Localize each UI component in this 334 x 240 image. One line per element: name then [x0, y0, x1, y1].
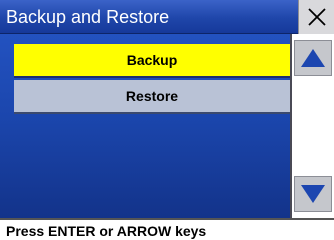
scroll-up-button[interactable]: [294, 40, 332, 76]
status-text: Press ENTER or ARROW keys: [6, 223, 207, 239]
status-bar: Press ENTER or ARROW keys: [0, 218, 334, 240]
menu-item-backup[interactable]: Backup: [14, 44, 290, 78]
menu-item-restore[interactable]: Restore: [14, 80, 290, 114]
close-icon: [307, 8, 326, 26]
menu-list: Backup Restore: [0, 34, 290, 218]
window-title: Backup and Restore: [6, 7, 170, 27]
menu-item-label: Backup: [126, 52, 178, 68]
down-arrow-icon: [301, 185, 325, 203]
scrollbar: [290, 34, 334, 218]
close-button[interactable]: [298, 0, 334, 34]
title-bar: Backup and Restore: [0, 0, 334, 34]
scroll-down-button[interactable]: [294, 176, 332, 212]
up-arrow-icon: [301, 49, 325, 67]
menu-item-label: Restore: [125, 88, 179, 104]
backup-restore-screen: Backup and Restore Backup Restore Press …: [0, 0, 334, 240]
